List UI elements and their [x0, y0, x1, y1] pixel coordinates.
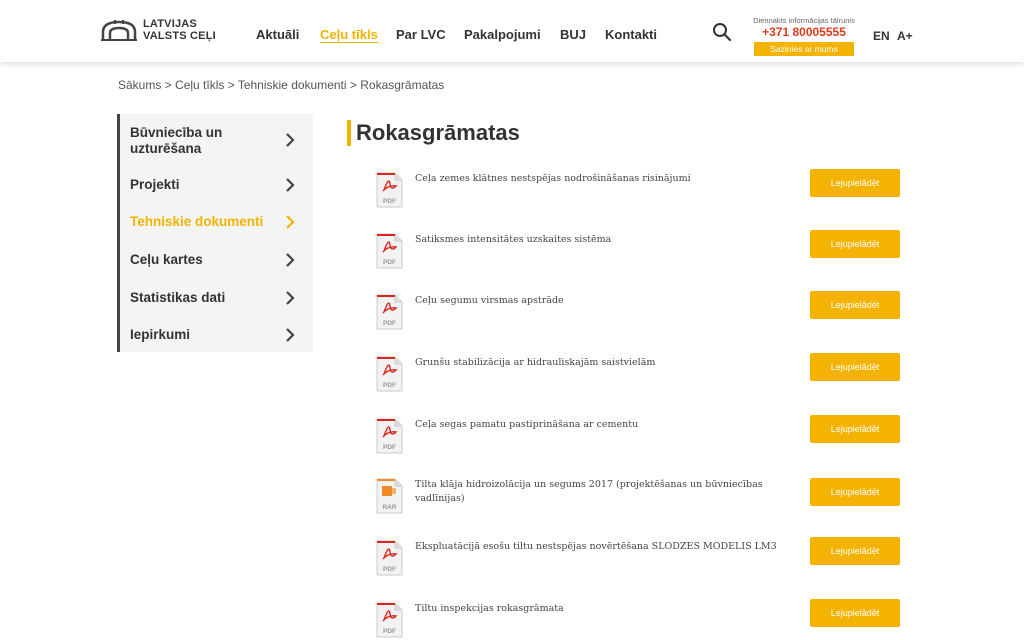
file-type-label: PDF	[383, 198, 396, 205]
nav-buj[interactable]: BUJ	[560, 27, 586, 42]
nav-pakalpojumi[interactable]: Pakalpojumi	[464, 27, 541, 42]
sidebar-item-label: Ceļu kartes	[130, 252, 203, 267]
download-button[interactable]: Lejupielādēt	[810, 415, 900, 443]
sidebar-item-label: Iepirkumi	[130, 327, 191, 342]
document-row: PDF Ekspluatācijā esošu tiltu nestspējas …	[376, 537, 900, 580]
document-row: PDF Ceļa segas pamatu pastiprināšana ar c…	[376, 415, 900, 458]
pdf-file-icon[interactable]: PDF	[376, 172, 403, 208]
sidebar-item-label: Projekti	[130, 177, 180, 192]
sidebar-item-statistikas-dati[interactable]: Statistikas dati	[130, 290, 310, 306]
document-row: RAR Tilta klāja hidroizolācija un segums …	[376, 478, 900, 518]
document-row: PDF Satiksmes intensitātes uzskaites sist…	[376, 230, 900, 273]
document-title[interactable]: Grunšu stabilizācija ar hidrauliskajām s…	[415, 356, 785, 370]
chevron-right-icon	[286, 215, 295, 229]
hotline-phone[interactable]: +371 80005555	[744, 25, 864, 39]
pdf-file-icon[interactable]: PDF	[376, 540, 403, 576]
document-title[interactable]: Tiltu inspekcijas rokasgrāmata	[415, 602, 785, 616]
file-type-label: PDF	[383, 320, 396, 327]
document-title[interactable]: Tilta klāja hidroizolācija un segums 201…	[415, 478, 785, 506]
document-title[interactable]: Satiksmes intensitātes uzskaites sistēma	[415, 233, 785, 247]
file-type-label: PDF	[383, 382, 396, 389]
font-size-toggle[interactable]: A+	[897, 29, 913, 43]
document-title[interactable]: Ceļa zemes klātnes nestspējas nodrošināš…	[415, 172, 785, 186]
sidebar: Būvniecība un uzturēšana Projekti Tehnis…	[117, 114, 313, 352]
pdf-file-icon[interactable]: PDF	[376, 233, 403, 269]
download-button[interactable]: Lejupielādēt	[810, 353, 900, 381]
title-accent-bar	[347, 120, 351, 146]
sidebar-item-label: Tehniskie dokumenti	[130, 214, 264, 229]
document-title[interactable]: Ceļa segas pamatu pastiprināšana ar ceme…	[415, 418, 785, 432]
file-type-label: RAR	[382, 504, 396, 511]
sidebar-item-tehniskie-dokumenti[interactable]: Tehniskie dokumenti	[130, 214, 310, 230]
download-button[interactable]: Lejupielādēt	[810, 478, 900, 506]
document-title[interactable]: Ekspluatācijā esošu tiltu nestspējas nov…	[415, 540, 785, 554]
file-type-label: PDF	[383, 628, 396, 635]
sidebar-item-celu-kartes[interactable]: Ceļu kartes	[130, 252, 310, 268]
hotline-label: Diennakts informācijas tālrunis	[753, 16, 855, 25]
rar-file-icon[interactable]: RAR	[376, 478, 403, 514]
chevron-right-icon	[286, 178, 295, 192]
lang-switch[interactable]: EN	[873, 29, 890, 43]
document-row: PDF Ceļa zemes klātnes nestspējas nodroši…	[376, 169, 900, 212]
sidebar-item-projekti[interactable]: Projekti	[130, 177, 310, 193]
site-header: LATVIJAS VALSTS CEĻI Aktuāli Ceļu tīkls …	[0, 0, 1024, 62]
download-button[interactable]: Lejupielādēt	[810, 291, 900, 319]
file-type-label: PDF	[383, 566, 396, 573]
pdf-file-icon[interactable]: PDF	[376, 418, 403, 454]
logo-line2: VALSTS CEĻI	[143, 30, 216, 42]
chevron-right-icon	[286, 328, 295, 342]
download-button[interactable]: Lejupielādēt	[810, 537, 900, 565]
chevron-right-icon	[286, 291, 295, 305]
page-title: Rokasgrāmatas	[356, 120, 520, 145]
sidebar-item-buvnieciba[interactable]: Būvniecība un uzturēšana	[130, 125, 310, 157]
sidebar-item-iepirkumi[interactable]: Iepirkumi	[130, 327, 310, 343]
sidebar-item-label: Statistikas dati	[130, 290, 226, 305]
site-logo[interactable]: LATVIJAS VALSTS CEĻI	[101, 18, 216, 42]
hotline: Diennakts informācijas tālrunis +371 800…	[744, 16, 864, 57]
download-button[interactable]: Lejupielādēt	[810, 230, 900, 258]
contact-button[interactable]: Sazinies ar mums	[754, 42, 854, 56]
download-button[interactable]: Lejupielādēt	[810, 599, 900, 627]
sidebar-item-label: Būvniecība un uzturēšana	[130, 125, 223, 156]
nav-par-lvc[interactable]: Par LVC	[396, 27, 446, 42]
document-row: PDF Grunšu stabilizācija ar hidrauliskajā…	[376, 353, 900, 396]
document-row: PDF Ceļu segumu virsmas apstrāde Lejupielā…	[376, 291, 900, 334]
document-title[interactable]: Ceļu segumu virsmas apstrāde	[415, 294, 785, 308]
pdf-file-icon[interactable]: PDF	[376, 602, 403, 638]
logo-icon	[101, 20, 137, 41]
search-icon[interactable]	[712, 22, 732, 42]
nav-celu-tikls[interactable]: Ceļu tīkls	[320, 27, 378, 42]
pdf-file-icon[interactable]: PDF	[376, 294, 403, 330]
nav-kontakti[interactable]: Kontakti	[605, 27, 657, 42]
document-row: PDF Tiltu inspekcijas rokasgrāmata Lejupie…	[376, 599, 900, 640]
download-button[interactable]: Lejupielādēt	[810, 169, 900, 197]
file-type-label: PDF	[383, 444, 396, 451]
breadcrumb[interactable]: Sākums > Ceļu tīkls > Tehniskie dokument…	[118, 78, 444, 92]
pdf-file-icon[interactable]: PDF	[376, 356, 403, 392]
file-type-label: PDF	[383, 259, 396, 266]
nav-aktuali[interactable]: Aktuāli	[256, 27, 299, 42]
logo-line1: LATVIJAS	[143, 18, 197, 30]
chevron-right-icon	[286, 133, 295, 147]
chevron-right-icon	[286, 253, 295, 267]
